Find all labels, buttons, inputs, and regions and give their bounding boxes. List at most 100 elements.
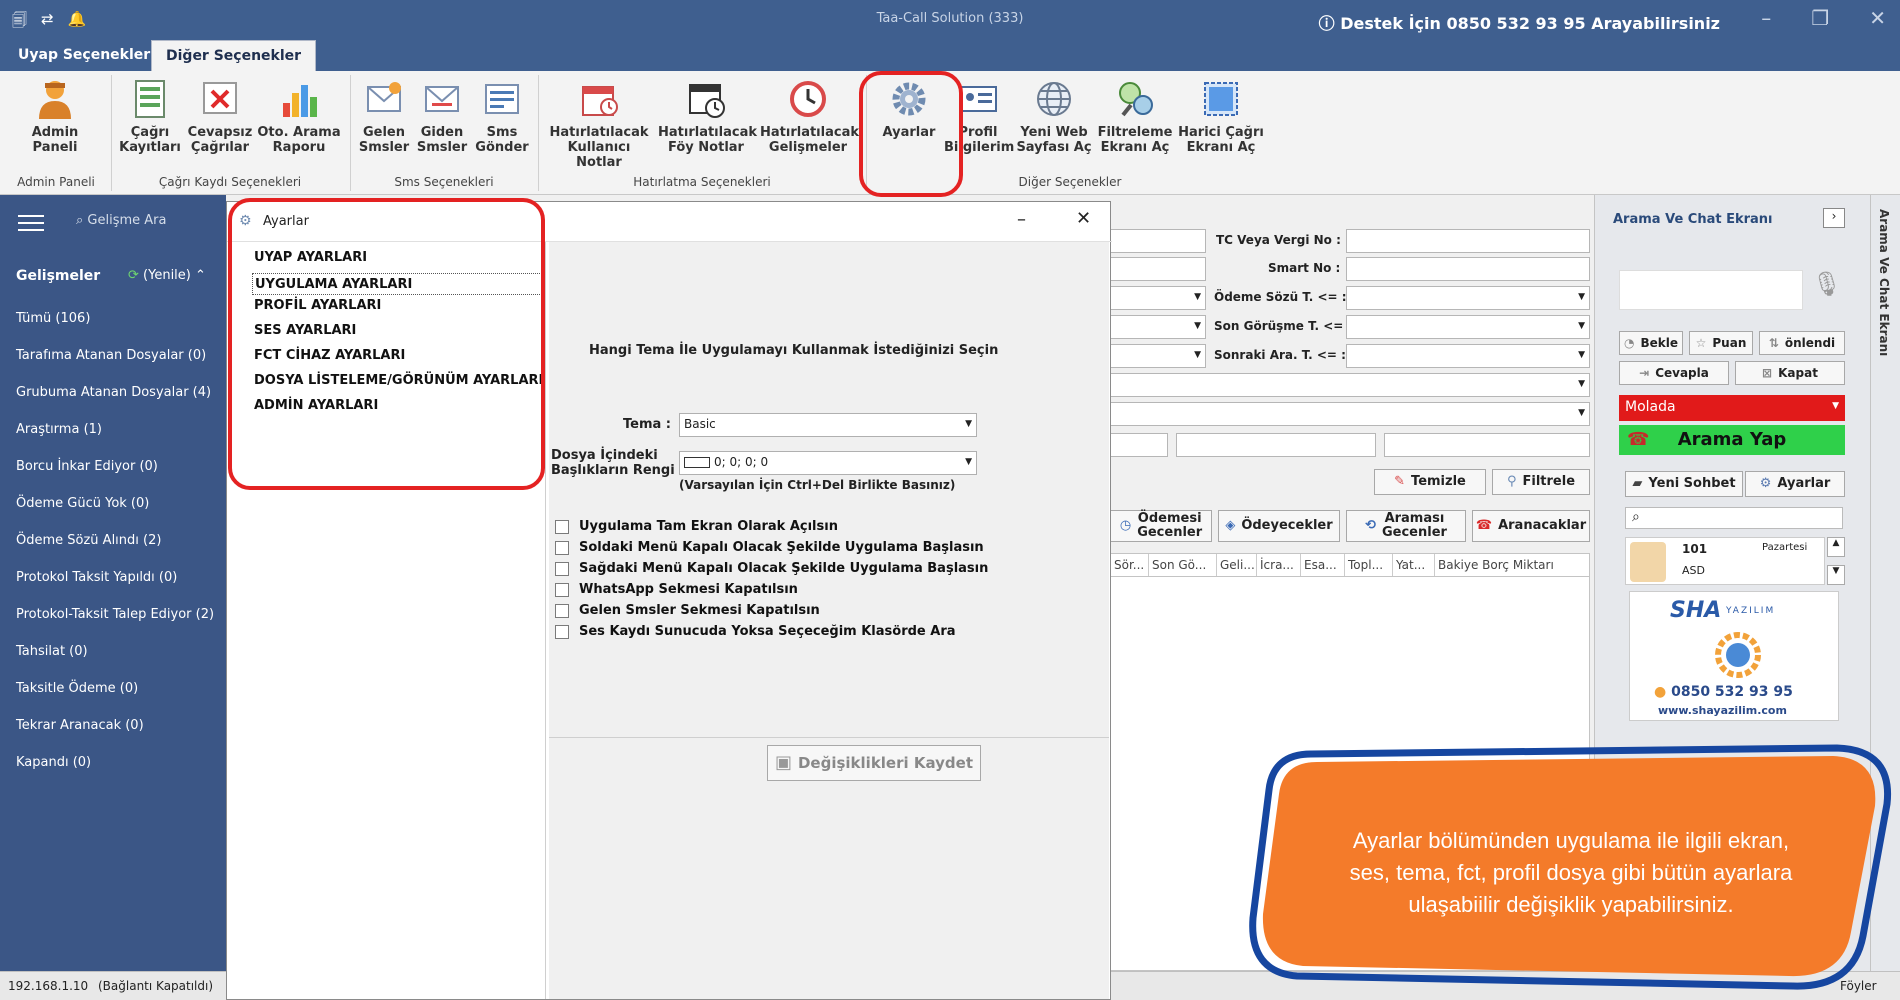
priority-button[interactable]: ⇅ önlendi [1759,331,1845,355]
close-icon[interactable]: ✕ [1076,208,1091,229]
checkbox-box[interactable] [555,540,569,555]
payment-promise-date-select[interactable]: ▼ [1346,286,1590,310]
sidebar-item-payment-promise[interactable]: Ödeme Sözü Alındı (2) [16,533,161,548]
column-header[interactable]: Geli... [1217,554,1257,576]
filter-select-wide[interactable]: ▼ [1110,373,1590,397]
to-be-called-button[interactable]: ☎ Aranacaklar [1472,510,1590,542]
column-header[interactable]: Sör... [1111,554,1149,576]
missed-calls-button[interactable]: Cevapsız Çağrılar [186,77,254,155]
filter-select[interactable]: ▼ [1110,344,1206,368]
sidebar-item-denies-debt[interactable]: Borcu İnkar Ediyor (0) [16,459,158,474]
header-color-select[interactable]: 0; 0; 0; 0 ▼ [679,451,977,475]
column-header[interactable]: Yat... [1393,554,1435,576]
checkbox-box[interactable] [555,519,569,534]
refresh-button[interactable]: ⟳ (Yenile) ⌃ [128,268,206,283]
save-changes-button[interactable]: ▣ Değişiklikleri Kaydet [767,745,981,781]
chat-settings-button[interactable]: ⚙ Ayarlar [1745,471,1845,497]
checkbox-box[interactable] [555,603,569,618]
filter-input[interactable] [1384,433,1590,457]
auto-call-report-button[interactable]: Oto. Arama Raporu [256,77,342,155]
sidebar-item-no-payment-power[interactable]: Ödeme Gücü Yok (0) [16,496,149,511]
floppy-disk-icon: ▣ [774,752,792,773]
tab-diger-secenekler[interactable]: Diğer Seçenekler [151,40,317,71]
sidebar-item-call-again[interactable]: Tekrar Aranacak (0) [16,718,144,733]
microphone-icon[interactable]: 🎙 [1809,270,1845,310]
chat-search-input[interactable]: ⌕ [1625,507,1843,529]
tc-vergi-input[interactable] [1346,229,1590,253]
column-header[interactable]: Topl... [1345,554,1393,576]
next-call-date-select[interactable]: ▼ [1346,344,1590,368]
filter-select-wide[interactable]: ▼ [1110,402,1590,426]
collapse-panel-button[interactable]: › [1823,208,1845,228]
filter-input[interactable] [1176,433,1376,457]
minimize-icon[interactable]: – [1761,6,1771,30]
new-web-page-button[interactable]: Yeni Web Sayfası Aç [1016,77,1092,155]
smart-no-input[interactable] [1346,257,1590,281]
admin-panel-button[interactable]: Admin Paneli [20,77,90,155]
sidebar-item-assigned-me[interactable]: Tarafıma Atanan Dosyalar (0) [16,348,206,363]
tab-uyap-secenekler[interactable]: Uyap Seçenekler [4,40,164,71]
minimize-icon[interactable]: – [1017,209,1026,230]
sidebar-item-assigned-group[interactable]: Grubuma Atanan Dosyalar (4) [16,385,211,400]
column-header[interactable]: Bakiye Borç Miktarı [1435,554,1589,576]
sidebar-item-protocol-done[interactable]: Protokol Taksit Yapıldı (0) [16,570,177,585]
hangup-button[interactable]: ⊠ Kapat [1735,361,1845,385]
make-call-button[interactable]: ☎ Arama Yap [1619,425,1845,455]
column-header[interactable]: Son Gö... [1149,554,1217,576]
close-window-icon[interactable]: ✕ [1869,6,1886,30]
call-overdue-button[interactable]: ⟲ Araması Gecenler [1346,510,1466,542]
new-chat-button[interactable]: ▰ Yeni Sohbet [1625,471,1743,497]
sidebar-item-collection[interactable]: Tahsilat (0) [16,644,88,659]
column-header[interactable]: İcra... [1257,554,1301,576]
filter-button[interactable]: ⚲ Filtrele [1492,469,1590,495]
dial-input[interactable] [1619,270,1803,310]
last-call-date-select[interactable]: ▼ [1346,315,1590,339]
checkbox-sms-tab-closed[interactable]: Gelen Smsler Sekmesi Kapatılsın [555,603,820,618]
sidebar-item-installment[interactable]: Taksitle Ödeme (0) [16,681,138,696]
clear-button[interactable]: ✎ Temizle [1374,469,1486,495]
checkbox-fullscreen[interactable]: Uygulama Tam Ekran Olarak Açılsın [555,519,838,534]
checkbox-whatsapp-tab-closed[interactable]: WhatsApp Sekmesi Kapatılsın [555,582,798,597]
development-search[interactable]: ⌕ Gelişme Ara [76,213,167,228]
outgoing-sms-button[interactable]: Giden Smsler [414,77,470,155]
contact-list-item[interactable]: 101 Pazartesi ASD [1625,537,1825,585]
filter-select[interactable]: ▼ [1110,315,1206,339]
checkbox-right-menu-closed[interactable]: Sağdaki Menü Kapalı Olacak Şekilde Uygul… [555,561,988,576]
incoming-sms-button[interactable]: Gelen Smsler [356,77,412,155]
agent-status-select[interactable]: Molada ▼ [1619,395,1845,421]
checkbox-left-menu-closed[interactable]: Soldaki Menü Kapalı Olacak Şekilde Uygul… [555,540,984,555]
hamburger-menu-icon[interactable] [18,215,44,231]
send-sms-button[interactable]: Sms Gönder [472,77,532,155]
sidebar-item-research[interactable]: Araştırma (1) [16,422,102,437]
reminder-user-notes-button[interactable]: Hatırlatılacak Kullanıcı Notlar [546,77,652,170]
answer-icon: ⇥ [1639,366,1650,380]
filter-input[interactable] [1110,229,1206,253]
will-pay-button[interactable]: ◈ Ödeyecekler [1218,510,1340,542]
filter-screen-button[interactable]: Filtreleme Ekranı Aç [1096,77,1174,155]
wait-button[interactable]: ◔ Bekle [1619,331,1683,355]
external-call-screen-button[interactable]: Harici Çağrı Ekranı Aç [1178,77,1264,155]
filter-input[interactable] [1110,433,1168,457]
checkbox-recording-folder[interactable]: Ses Kaydı Sunucuda Yoksa Seçeceğim Klasö… [555,624,956,639]
restore-icon[interactable]: ❐ [1811,6,1829,30]
chat-vertical-title[interactable]: Arama Ve Chat Ekranı [1877,209,1891,356]
filter-select[interactable]: ▼ [1110,286,1206,310]
filter-input[interactable] [1110,257,1206,281]
gear-icon: ⚙ [1759,476,1772,491]
sidebar-item-all[interactable]: Tümü (106) [16,311,90,326]
call-records-button[interactable]: Çağrı Kayıtları [114,77,186,155]
reminder-file-notes-button[interactable]: Hatırlatılacak Föy Notlar [658,77,757,155]
rate-button[interactable]: ☆ Puan [1689,331,1753,355]
scroll-up-button[interactable]: ▲ [1827,537,1845,557]
answer-button[interactable]: ⇥ Cevapla [1619,361,1729,385]
scroll-down-button[interactable]: ▼ [1827,565,1845,585]
column-header[interactable]: Esa... [1301,554,1345,576]
theme-select[interactable]: Basic ▼ [679,413,977,437]
reminder-developments-button[interactable]: Hatırlatılacak Gelişmeler [760,77,859,155]
sidebar-item-closed[interactable]: Kapandı (0) [16,755,91,770]
checkbox-box[interactable] [555,561,569,576]
payment-overdue-button[interactable]: ◷ Ödemesi Gecenler [1110,510,1212,542]
checkbox-box[interactable] [555,624,569,639]
sidebar-item-protocol-request[interactable]: Protokol-Taksit Talep Ediyor (2) [16,607,214,622]
checkbox-box[interactable] [555,582,569,597]
